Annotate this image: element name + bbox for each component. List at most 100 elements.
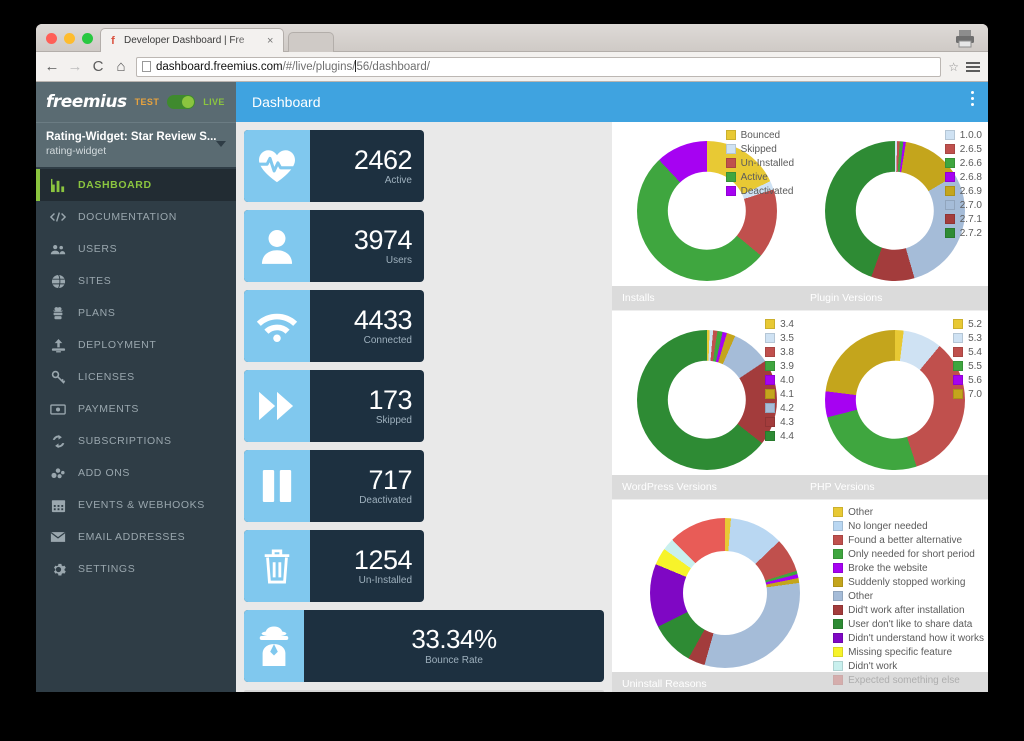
legend-swatch [765, 333, 776, 343]
minimize-window-button[interactable] [64, 33, 75, 44]
legend-item[interactable]: 4.4 [765, 429, 794, 443]
chart-wordpress-versions[interactable]: 3.4 3.5 3.8 3.9 4.0 4.1 4.2 4.3 4.4 WordPress Ver… [612, 311, 800, 499]
legend-label: 3.8 [780, 346, 794, 358]
legend-item[interactable]: 2.6.9 [944, 184, 982, 198]
stat-card-deactivated[interactable]: 717 Deactivated [244, 450, 424, 522]
chart-php-versions[interactable]: 5.2 5.3 5.4 5.5 5.6 7.0 PHP Versions [800, 311, 988, 499]
legend-item[interactable]: Broke the website [833, 561, 984, 575]
chart-installs[interactable]: Bounced Skipped Un-Installed Active Deactiva… [612, 122, 800, 310]
home-button[interactable]: ⌂ [113, 58, 129, 75]
reload-button[interactable]: C [90, 58, 106, 75]
maximize-window-button[interactable] [82, 33, 93, 44]
stat-card-skipped[interactable]: 173 Skipped [244, 370, 424, 442]
sidebar-item-documentation[interactable]: DOCUMENTATION [36, 201, 236, 233]
donut-chart[interactable] [650, 518, 800, 668]
legend-item[interactable]: 1.0.0 [944, 128, 982, 142]
legend-item[interactable]: Did't work after installation [833, 603, 984, 617]
legend-item[interactable]: Un-Installed [725, 156, 794, 170]
legend-item[interactable]: 7.0 [953, 387, 982, 401]
legend-item[interactable]: 4.3 [765, 415, 794, 429]
legend-item[interactable]: Other [833, 589, 984, 603]
stat-card-body: 4433 Connected [310, 290, 424, 362]
back-button[interactable]: ← [44, 58, 60, 75]
bookmark-star-icon[interactable]: ☆ [948, 60, 959, 74]
sidebar-item-sites[interactable]: SITES [36, 265, 236, 297]
legend-item[interactable]: Suddenly stopped working [833, 575, 984, 589]
legend-item[interactable]: 3.4 [765, 317, 794, 331]
sidebar-item-plans[interactable]: PLANS [36, 297, 236, 329]
sidebar-item-label: PAYMENTS [78, 403, 140, 415]
legend-item[interactable]: Missing specific feature [833, 645, 984, 659]
donut-chart[interactable] [825, 330, 965, 470]
legend-item[interactable]: 5.5 [953, 359, 982, 373]
legend-item[interactable]: 4.0 [765, 373, 794, 387]
legend-item[interactable]: 3.8 [765, 345, 794, 359]
chevron-down-icon[interactable] [216, 141, 226, 147]
legend-item[interactable]: 3.5 [765, 331, 794, 345]
plugin-selector[interactable]: Rating-Widget: Star Review S... rating-w… [36, 122, 236, 167]
sidebar-item-licenses[interactable]: LICENSES [36, 361, 236, 393]
legend-swatch [725, 186, 736, 196]
freemius-logo[interactable]: freemius [46, 92, 127, 112]
stat-card-un-installed[interactable]: 1254 Un-Installed [244, 530, 424, 602]
stat-card-connected[interactable]: 4433 Connected [244, 290, 424, 362]
legend-item[interactable]: Other [833, 505, 984, 519]
legend-item[interactable]: 2.7.2 [944, 226, 982, 240]
legend-item[interactable]: 4.2 [765, 401, 794, 415]
stat-card-bounce-rate[interactable]: 33.34% Bounce Rate [244, 610, 604, 682]
sidebar-item-events-webhooks[interactable]: EVENTS & WEBHOOKS [36, 489, 236, 521]
legend-item[interactable]: 5.2 [953, 317, 982, 331]
environment-toggle[interactable] [167, 95, 196, 109]
legend-item[interactable]: 2.7.0 [944, 198, 982, 212]
new-tab-button[interactable] [288, 32, 334, 52]
sidebar-item-email-addresses[interactable]: EMAIL ADDRESSES [36, 521, 236, 553]
legend-item[interactable]: Bounced [725, 128, 794, 142]
kebab-menu-icon[interactable] [971, 91, 974, 106]
legend-item[interactable]: 3.9 [765, 359, 794, 373]
sidebar-item-dashboard[interactable]: DASHBOARD [36, 169, 236, 201]
legend-item[interactable]: No longer needed [833, 519, 984, 533]
legend-item[interactable]: Only needed for short period [833, 547, 984, 561]
stat-label: Skipped [375, 415, 412, 427]
legend-item[interactable]: Deactivated [725, 184, 794, 198]
legend-item[interactable]: 5.4 [953, 345, 982, 359]
browser-tab[interactable]: f Developer Dashboard | Fre × [100, 28, 284, 52]
legend-item[interactable]: User don't like to share data [833, 617, 984, 631]
sidebar-item-add-ons[interactable]: ADD ONS [36, 457, 236, 489]
stat-label: Deactivated [359, 495, 412, 507]
chart-plugin-versions[interactable]: 1.0.0 2.6.5 2.6.6 2.6.8 2.6.9 2.7.0 2.7.1 2.7.2… [800, 122, 988, 310]
sidebar: freemius TEST LIVE Rating-Widget: Star R… [36, 82, 236, 692]
pause-icon [244, 450, 310, 522]
legend-item[interactable]: 5.3 [953, 331, 982, 345]
sidebar-item-users[interactable]: USERS [36, 233, 236, 265]
stat-card-active[interactable]: 2462 Active [244, 130, 424, 202]
legend-item[interactable]: Didn't work [833, 659, 984, 673]
legend-swatch [953, 375, 964, 385]
browser-menu-icon[interactable] [966, 61, 980, 72]
address-bar[interactable]: dashboard.freemius.com/#/live/plugins/56… [136, 56, 942, 77]
sidebar-item-subscriptions[interactable]: SUBSCRIPTIONS [36, 425, 236, 457]
legend-item[interactable]: Skipped [725, 142, 794, 156]
legend-item[interactable]: 4.1 [765, 387, 794, 401]
stat-card-users[interactable]: 3974 Users [244, 210, 424, 282]
forward-button[interactable]: → [67, 58, 83, 75]
legend-item[interactable]: Didn't understand how it works [833, 631, 984, 645]
close-tab-icon[interactable]: × [267, 35, 277, 47]
legend-item[interactable]: 2.6.5 [944, 142, 982, 156]
legend-item[interactable]: 2.7.1 [944, 212, 982, 226]
donut-chart[interactable] [637, 330, 777, 470]
window-controls[interactable] [46, 33, 93, 44]
legend-item[interactable]: 2.6.6 [944, 156, 982, 170]
sidebar-item-payments[interactable]: PAYMENTS [36, 393, 236, 425]
stat-value: 33.34% [411, 624, 497, 655]
chart-uninstall-reasons[interactable]: Other No longer needed Found a better alte… [612, 500, 988, 692]
legend-item[interactable]: Active [725, 170, 794, 184]
legend-item[interactable]: 2.6.8 [944, 170, 982, 184]
legend-swatch [725, 130, 736, 140]
legend-label: 4.3 [780, 416, 794, 428]
legend-item[interactable]: 5.6 [953, 373, 982, 387]
close-window-button[interactable] [46, 33, 57, 44]
sidebar-item-deployment[interactable]: DEPLOYMENT [36, 329, 236, 361]
legend-item[interactable]: Found a better alternative [833, 533, 984, 547]
sidebar-item-settings[interactable]: SETTINGS [36, 553, 236, 585]
